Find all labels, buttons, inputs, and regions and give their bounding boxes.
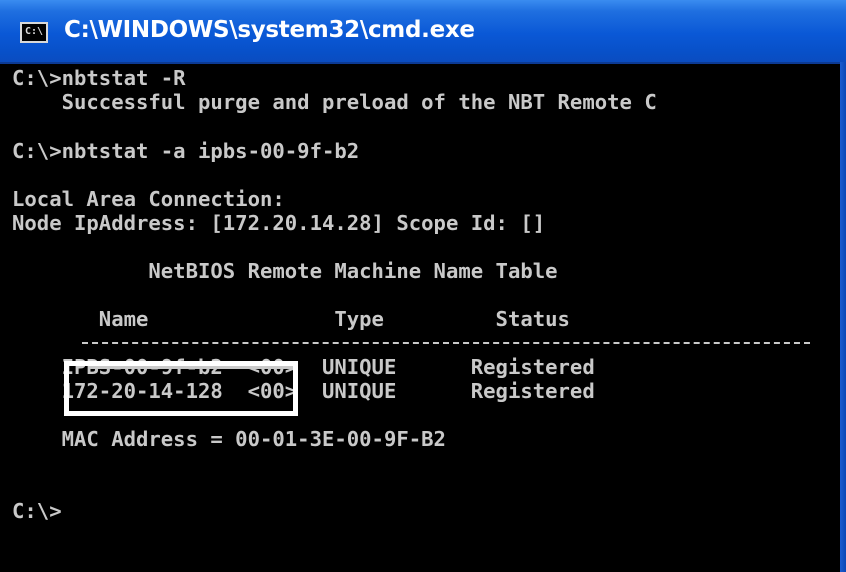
console-line-command-purge: C:\>nbtstat -R <box>12 66 186 90</box>
console-line-connection: Local Area Connection: <box>12 187 285 211</box>
highlight-box-annotation <box>64 361 298 416</box>
console-line-purge-result: Successful purge and preload of the NBT … <box>12 90 657 114</box>
console-line-command-query: C:\>nbtstat -a ipbs-00-9f-b2 <box>12 139 360 163</box>
console-line-table-header: Name Type Status <box>12 307 570 331</box>
console-line-table-title: NetBIOS Remote Machine Name Table <box>12 259 558 283</box>
console-line-node-ip: Node IpAddress: [172.20.14.28] Scope Id:… <box>12 211 546 235</box>
console-line-mac-address: MAC Address = 00-01-3E-00-9F-B2 <box>12 427 446 451</box>
console-output[interactable]: C:\>nbtstat -R Successful purge and prel… <box>12 0 842 572</box>
console-line-prompt: C:\> <box>12 499 62 523</box>
table-header-divider <box>82 342 810 344</box>
cmd-window: C:\ C:\WINDOWS\system32\cmd.exe C:\>nbts… <box>0 0 846 572</box>
